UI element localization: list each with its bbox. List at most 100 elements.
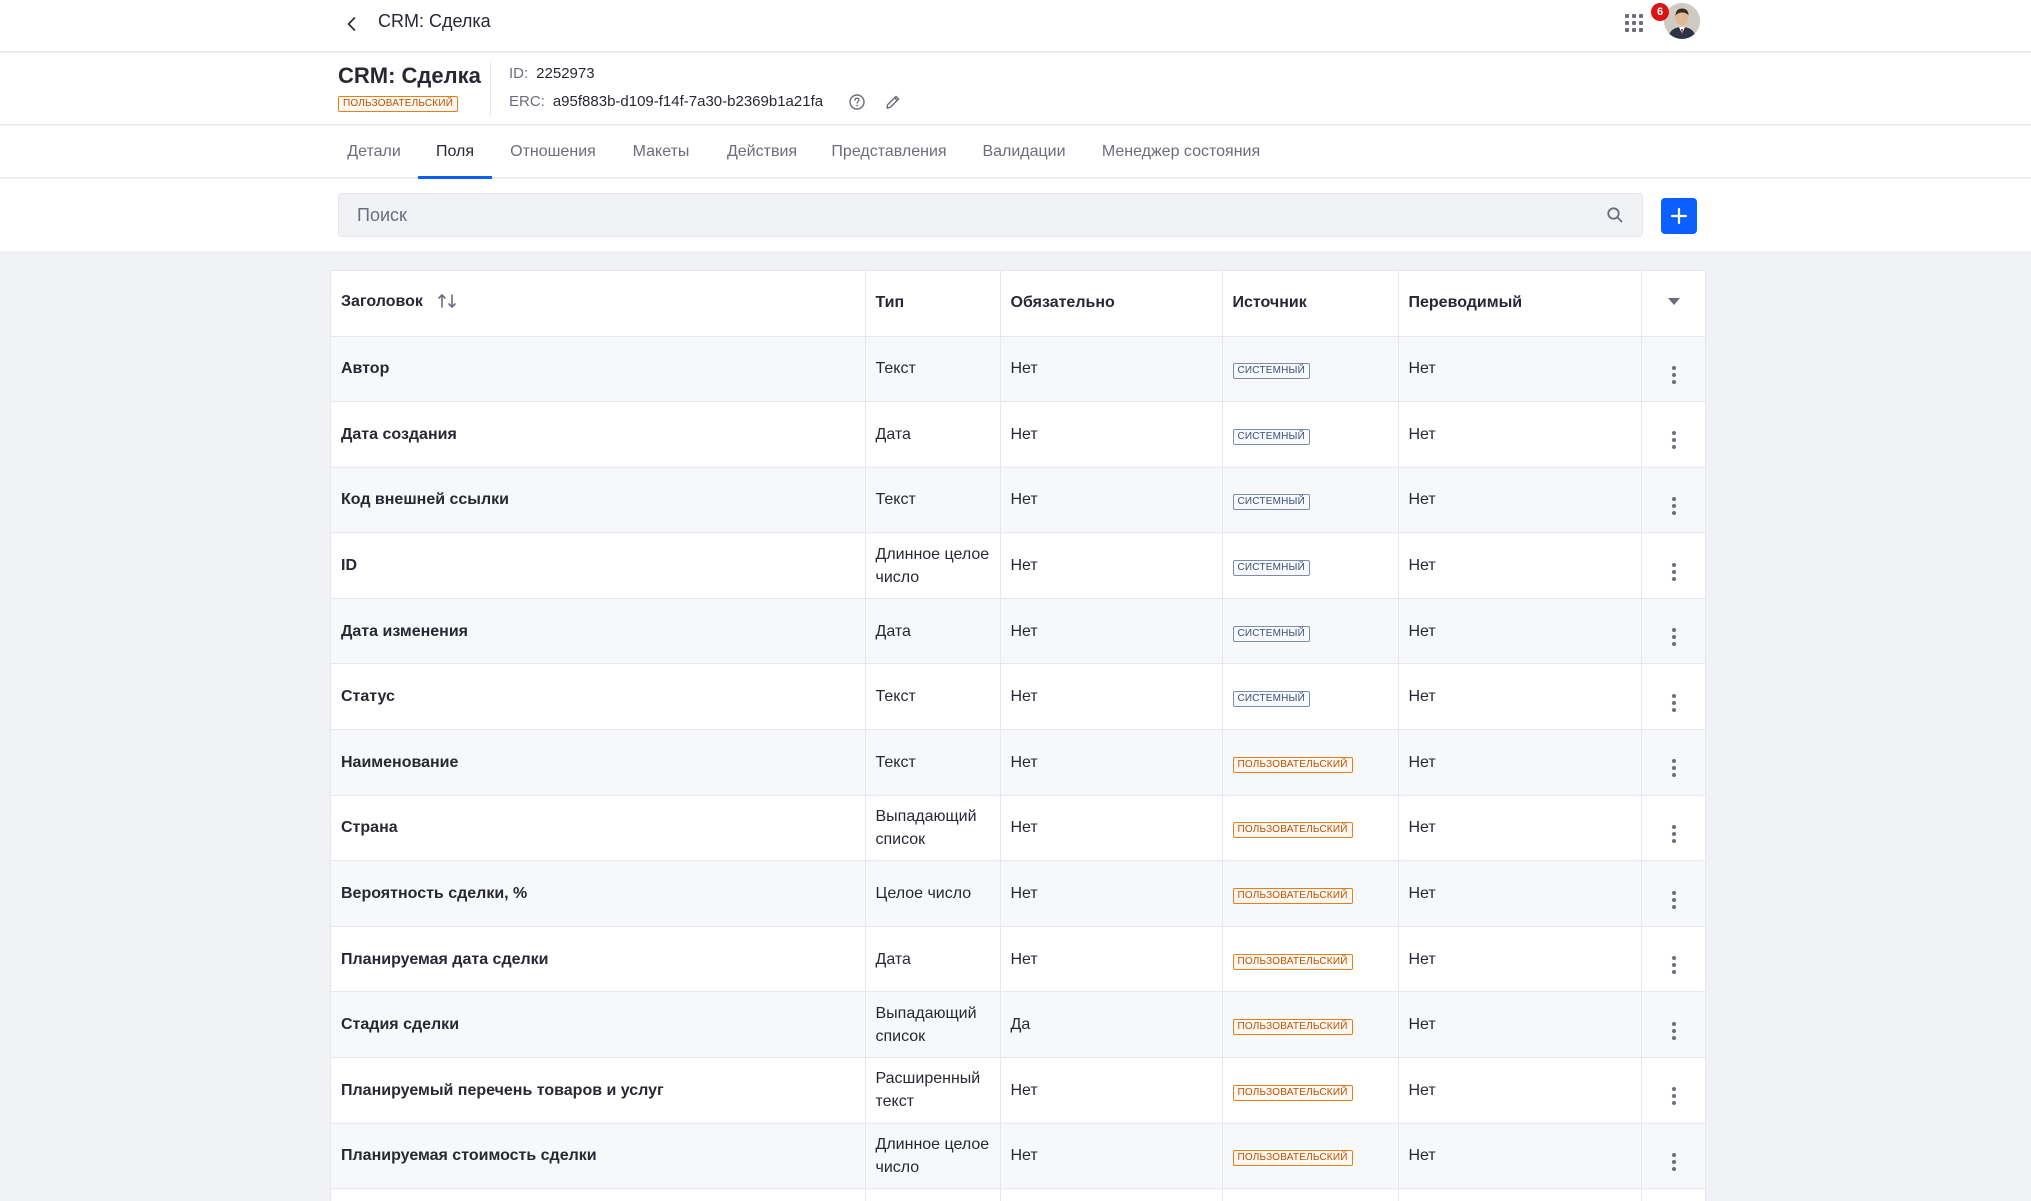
- table-row[interactable]: ID Длинное целое число Нет СИСТЕМНЫЙ Нет: [331, 532, 1705, 599]
- table-row[interactable]: Планируемая стоимость сделки Длинное цело…: [331, 1123, 1705, 1190]
- management-toolbar: [0, 179, 2031, 251]
- tab-views[interactable]: Представления: [824, 126, 954, 178]
- cell-actions: [1641, 729, 1705, 796]
- object-header: CRM: Сделка ПОЛЬЗОВАТЕЛЬСКИЙ ID: 2252973 …: [0, 53, 2031, 125]
- tab-bar: Детали Поля Отношения Макеты Действия Пр…: [0, 126, 2031, 179]
- row-actions-button[interactable]: [1672, 431, 1677, 450]
- cell-required: Нет: [1000, 532, 1223, 599]
- tab-validations[interactable]: Валидации: [974, 126, 1074, 178]
- object-erc: ERC: a95f883b-d109-f14f-7a30-b2369b1a21fa: [509, 93, 823, 110]
- row-actions-button[interactable]: [1672, 365, 1677, 384]
- cell-type: Выпадающий список: [865, 795, 1001, 862]
- cell-type: Текст: [865, 467, 1001, 534]
- columns-menu-button[interactable]: [1641, 271, 1705, 337]
- fields-table-container: Заголовок Тип Обязательно Источник Перев…: [330, 270, 1706, 1201]
- cell-title: Статус: [331, 663, 866, 731]
- table-row[interactable]: Вероятность сделки, % Целое число Нет ПОЛЬЗ…: [331, 860, 1705, 927]
- apps-menu-button[interactable]: [1622, 11, 1646, 35]
- row-actions-button[interactable]: [1672, 1087, 1677, 1106]
- search-icon[interactable]: [1606, 206, 1624, 229]
- table-row[interactable]: Дата изменения Дата Нет СИСТЕМНЫЙ Нет: [331, 598, 1705, 665]
- cell-translatable: Нет: [1398, 991, 1642, 1059]
- cell-type: Целое число: [865, 860, 1001, 927]
- table-row[interactable]: Дата создания Дата Нет СИСТЕМНЫЙ Нет: [331, 401, 1705, 468]
- cell-actions: [1641, 532, 1705, 599]
- cell-type: Дата: [865, 401, 1001, 468]
- back-button[interactable]: [338, 10, 366, 38]
- add-field-button[interactable]: [1661, 198, 1697, 234]
- table-row[interactable]: Статус Текст Нет СИСТЕМНЫЙ Нет: [331, 663, 1705, 731]
- column-header-type: Тип: [865, 271, 1001, 337]
- cell-source: СИСТЕМНЫЙ: [1222, 336, 1399, 403]
- cell-source: СИСТЕМНЫЙ: [1222, 663, 1399, 731]
- cell-type: Расширенный текст: [865, 1057, 1001, 1124]
- object-title: CRM: Сделка: [338, 63, 481, 88]
- cell-type: Текст: [865, 663, 1001, 731]
- row-actions-button[interactable]: [1672, 890, 1677, 909]
- row-actions-button[interactable]: [1672, 562, 1677, 581]
- row-actions-button[interactable]: [1672, 1152, 1677, 1171]
- row-actions-button[interactable]: [1672, 628, 1677, 647]
- row-actions-button[interactable]: [1672, 1021, 1677, 1040]
- table-row[interactable]: Автор Текст Нет СИСТЕМНЫЙ Нет: [331, 336, 1705, 403]
- table-row[interactable]: Код внешней ссылки Текст Нет СИСТЕМНЫЙ Нет: [331, 467, 1705, 534]
- erc-label: ERC:: [509, 93, 545, 110]
- edit-erc-button[interactable]: [884, 93, 902, 111]
- cell-translatable: Нет: [1398, 1123, 1642, 1190]
- cell-title: Дата создания: [331, 401, 866, 468]
- source-badge: ПОЛЬЗОВАТЕЛЬСКИЙ: [1232, 1084, 1353, 1101]
- source-badge: ПОЛЬЗОВАТЕЛЬСКИЙ: [1232, 1019, 1353, 1036]
- cell-actions: [1641, 926, 1705, 993]
- ellipsis-vertical-icon: [1672, 562, 1677, 567]
- cell-source: СИСТЕМНЫЙ: [1222, 467, 1399, 534]
- cell-source: ПОЛЬЗОВАТЕЛЬСКИЙ: [1222, 860, 1399, 927]
- cell-type: Длинное целое число: [865, 1123, 1001, 1190]
- cell-translatable: Нет: [1398, 532, 1642, 599]
- cell-actions: [1641, 1057, 1705, 1124]
- search-input[interactable]: [338, 193, 1643, 237]
- cell-title: Стадия сделки: [331, 991, 866, 1059]
- cell-actions: [1641, 991, 1705, 1059]
- notification-count-badge[interactable]: 6: [1651, 3, 1669, 21]
- row-actions-button[interactable]: [1672, 824, 1677, 843]
- ellipsis-vertical-icon: [1672, 431, 1677, 436]
- row-actions-button[interactable]: [1672, 693, 1677, 712]
- cell-translatable: Нет: [1398, 401, 1642, 468]
- cell-source: [1222, 1188, 1399, 1201]
- id-label: ID:: [509, 65, 529, 82]
- ellipsis-vertical-icon: [1672, 759, 1677, 764]
- tab-details[interactable]: Детали: [338, 126, 410, 178]
- source-badge: СИСТЕМНЫЙ: [1232, 625, 1310, 642]
- table-row[interactable]: Страна Выпадающий список Нет ПОЛЬЗОВАТЕЛЬСК…: [331, 795, 1705, 862]
- source-badge: СИСТЕМНЫЙ: [1232, 428, 1310, 445]
- cell-required: Нет: [1000, 1123, 1223, 1190]
- column-header-title[interactable]: Заголовок: [331, 271, 866, 337]
- cell-translatable: Нет: [1398, 467, 1642, 534]
- tab-actions[interactable]: Действия: [718, 126, 806, 178]
- row-actions-button[interactable]: [1672, 759, 1677, 778]
- table-row[interactable]: Наименование Текст Нет ПОЛЬЗОВАТЕЛЬСКИЙ Нет: [331, 729, 1705, 796]
- help-icon[interactable]: [848, 93, 866, 111]
- cell-source: ПОЛЬЗОВАТЕЛЬСКИЙ: [1222, 926, 1399, 993]
- tab-layouts[interactable]: Макеты: [622, 126, 700, 178]
- row-actions-button[interactable]: [1672, 496, 1677, 515]
- tab-relationships[interactable]: Отношения: [500, 126, 606, 178]
- cell-translatable: [1398, 1188, 1642, 1201]
- tab-state-manager[interactable]: Менеджер состояния: [1094, 126, 1268, 178]
- cell-type: Текст: [865, 729, 1001, 796]
- row-actions-button[interactable]: [1672, 956, 1677, 975]
- tab-fields[interactable]: Поля: [418, 126, 492, 179]
- ellipsis-vertical-icon: [1672, 1021, 1677, 1026]
- top-navigation-bar: CRM: Сделка 6: [0, 0, 2031, 52]
- table-row[interactable]: [331, 1188, 1705, 1201]
- column-header-source: Источник: [1222, 271, 1399, 337]
- cell-translatable: Нет: [1398, 729, 1642, 796]
- cell-title: Наименование: [331, 729, 866, 796]
- table-row[interactable]: Планируемая дата сделки Дата Нет ПОЛЬЗОВАТЕ…: [331, 926, 1705, 993]
- cell-actions: [1641, 860, 1705, 927]
- cell-required: Да: [1000, 991, 1223, 1059]
- user-avatar[interactable]: [1664, 3, 1700, 39]
- sort-icon[interactable]: [437, 293, 457, 314]
- table-row[interactable]: Стадия сделки Выпадающий список Да ПОЛЬЗОВА…: [331, 991, 1705, 1059]
- table-row[interactable]: Планируемый перечень товаров и услуг Расш…: [331, 1057, 1705, 1124]
